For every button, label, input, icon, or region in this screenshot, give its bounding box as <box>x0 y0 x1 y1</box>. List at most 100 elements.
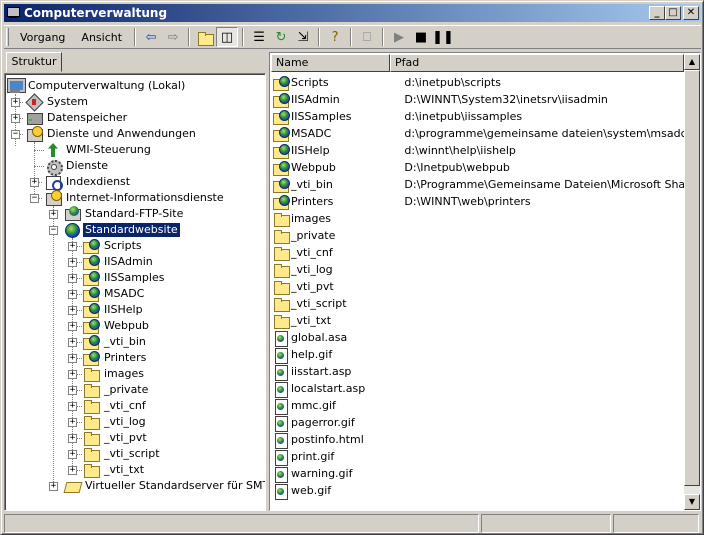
list-item[interactable]: _vti_log <box>271 261 685 278</box>
expand-plus-icon[interactable]: + <box>68 354 77 363</box>
list-item[interactable]: images <box>271 210 685 227</box>
collapse-minus-icon[interactable]: − <box>49 226 58 235</box>
tree-node-root[interactable]: Computerverwaltung (Lokal) <box>7 78 187 94</box>
list-item[interactable]: IISSamples d:\inetpub\iissamples <box>271 108 685 125</box>
tree-node-smtp[interactable]: Virtueller Standardserver für SMTP <box>64 478 265 494</box>
column-header-path[interactable]: Pfad <box>390 54 684 72</box>
list-item[interactable]: Printers D:\WINNT\web\printers <box>271 193 685 210</box>
tree-node-webpub[interactable]: Webpub <box>83 318 151 334</box>
expand-plus-icon[interactable]: + <box>68 402 77 411</box>
tree-node-vti_log[interactable]: _vti_log <box>83 414 148 430</box>
export-list-icon[interactable]: ⇲ <box>292 27 314 47</box>
vertical-scrollbar[interactable]: ▲ ▼ <box>684 54 700 510</box>
tree-node-iis[interactable]: Internet-Informationsdienste <box>45 190 226 206</box>
tree-node-standardwebsite[interactable]: Standardwebsite <box>64 222 181 238</box>
tree-node-private[interactable]: _private <box>83 382 150 398</box>
tree-node-indexdienst[interactable]: Indexdienst <box>45 174 132 191</box>
tree-node-iisadmin[interactable]: IISAdmin <box>83 254 155 270</box>
list-item[interactable]: mmc.gif <box>271 397 685 415</box>
expand-plus-icon[interactable]: + <box>68 258 77 267</box>
close-button[interactable]: ✕ <box>683 6 699 20</box>
expand-plus-icon[interactable]: + <box>68 242 77 251</box>
tree-node-iishelp[interactable]: IISHelp <box>83 302 145 318</box>
tree-node-dienste-und-anwendungen[interactable]: Dienste und Anwendungen <box>26 126 198 142</box>
expand-plus-icon[interactable]: + <box>68 450 77 459</box>
tree-node-vti_bin[interactable]: _vti_bin <box>83 334 148 350</box>
list-item[interactable]: warning.gif <box>271 465 685 483</box>
expand-plus-icon[interactable]: + <box>68 322 77 331</box>
tree-node-printers[interactable]: Printers <box>83 350 148 366</box>
list-item[interactable]: Scripts d:\inetpub\scripts <box>271 74 685 91</box>
list-item[interactable]: iisstart.asp <box>271 363 685 381</box>
help-icon[interactable]: ? <box>324 27 346 47</box>
list-item[interactable]: IISAdmin D:\WINNT\System32\inetsrv\iisadm… <box>271 91 685 108</box>
list-item[interactable]: pagerror.gif <box>271 414 685 432</box>
back-icon[interactable]: ⇦ <box>140 27 162 47</box>
tree-node-system[interactable]: System <box>26 94 90 110</box>
scroll-up-button[interactable]: ▲ <box>684 54 700 70</box>
tree-node-msadc[interactable]: MSADC <box>83 286 146 302</box>
up-folder-icon[interactable] <box>194 27 216 47</box>
list-item[interactable]: _vti_txt <box>271 312 685 329</box>
expand-plus-icon[interactable]: + <box>68 418 77 427</box>
expand-plus-icon[interactable]: + <box>68 338 77 347</box>
stop-icon[interactable]: ■ <box>410 27 432 47</box>
tree-node-vti_txt[interactable]: _vti_txt <box>83 462 146 478</box>
minimize-button[interactable]: _ <box>649 6 665 20</box>
collapse-minus-icon[interactable]: − <box>30 194 39 203</box>
expand-plus-icon[interactable]: + <box>49 482 58 491</box>
list-item[interactable]: postinfo.html <box>271 431 685 449</box>
list-item[interactable]: MSADC d:\programme\gemeinsame dateien\sys… <box>271 125 685 142</box>
list-item[interactable]: _vti_bin D:\Programme\Gemeinsame Dateien\… <box>271 176 685 193</box>
list-item[interactable]: help.gif <box>271 346 685 364</box>
tree-node-images[interactable]: images <box>83 366 146 382</box>
expand-plus-icon[interactable]: + <box>68 274 77 283</box>
list-item[interactable]: Webpub D:\Inetpub\webpub <box>271 159 685 176</box>
expand-plus-icon[interactable]: + <box>11 98 20 107</box>
tab-struktur[interactable]: Struktur <box>6 52 62 72</box>
list-item[interactable]: _vti_pvt <box>271 278 685 295</box>
list-item[interactable]: _private <box>271 227 685 244</box>
scroll-down-button[interactable]: ▼ <box>684 494 700 510</box>
list-item[interactable]: localstart.asp <box>271 380 685 398</box>
list-item[interactable]: global.asa <box>271 329 685 347</box>
menu-vorgang[interactable]: Vorgang <box>12 29 73 46</box>
list-item[interactable]: _vti_script <box>271 295 685 312</box>
forward-icon[interactable]: ⇨ <box>162 27 184 47</box>
pause-icon[interactable]: ❚❚ <box>432 27 454 47</box>
details-list[interactable]: Name Pfad Scripts d:\inetpub\scripts IISAd… <box>269 52 701 511</box>
tree-node-iissamples[interactable]: IISSamples <box>83 270 166 286</box>
tree-node-vti_cnf[interactable]: _vti_cnf <box>83 398 148 414</box>
column-header-name[interactable]: Name <box>271 54 390 72</box>
tree-node-vti_pvt[interactable]: _vti_pvt <box>83 430 149 446</box>
tree-node-datenspeicher[interactable]: Datenspeicher <box>26 110 129 126</box>
expand-plus-icon[interactable]: + <box>68 386 77 395</box>
collapse-minus-icon[interactable]: − <box>11 130 20 139</box>
scroll-thumb[interactable] <box>684 70 700 486</box>
expand-plus-icon[interactable]: + <box>49 210 58 219</box>
list-item[interactable]: IISHelp d:\winnt\help\iishelp <box>271 142 685 159</box>
menu-ansicht[interactable]: Ansicht <box>73 29 130 46</box>
tree-node-vti_script[interactable]: _vti_script <box>83 446 162 462</box>
maximize-button[interactable]: □ <box>665 6 681 20</box>
list-item[interactable]: web.gif <box>271 482 685 500</box>
console-tree[interactable]: Computerverwaltung (Lokal) + System + Da… <box>4 73 266 511</box>
expand-plus-icon[interactable]: + <box>68 290 77 299</box>
expand-plus-icon[interactable]: + <box>68 370 77 379</box>
toolbar-grip[interactable] <box>6 28 9 46</box>
tree-node-dienste[interactable]: Dienste <box>45 158 110 176</box>
refresh-icon[interactable]: ↻ <box>270 27 292 47</box>
connect-computer-icon[interactable]: ⎕ <box>356 27 378 47</box>
properties-icon[interactable]: ☰ <box>248 27 270 47</box>
tree-node-scripts[interactable]: Scripts <box>83 238 144 254</box>
play-icon[interactable]: ▶ <box>388 27 410 47</box>
expand-plus-icon[interactable]: + <box>68 466 77 475</box>
expand-plus-icon[interactable]: + <box>68 434 77 443</box>
list-item[interactable]: _vti_cnf <box>271 244 685 261</box>
tree-node-ftp-site[interactable]: Standard-FTP-Site <box>64 206 185 222</box>
expand-plus-icon[interactable]: + <box>68 306 77 315</box>
expand-plus-icon[interactable]: + <box>30 178 39 187</box>
show-hide-tree-icon[interactable]: ◫ <box>216 27 239 47</box>
expand-plus-icon[interactable]: + <box>11 114 20 123</box>
title-bar[interactable]: Computerverwaltung _ □ ✕ <box>4 4 701 22</box>
